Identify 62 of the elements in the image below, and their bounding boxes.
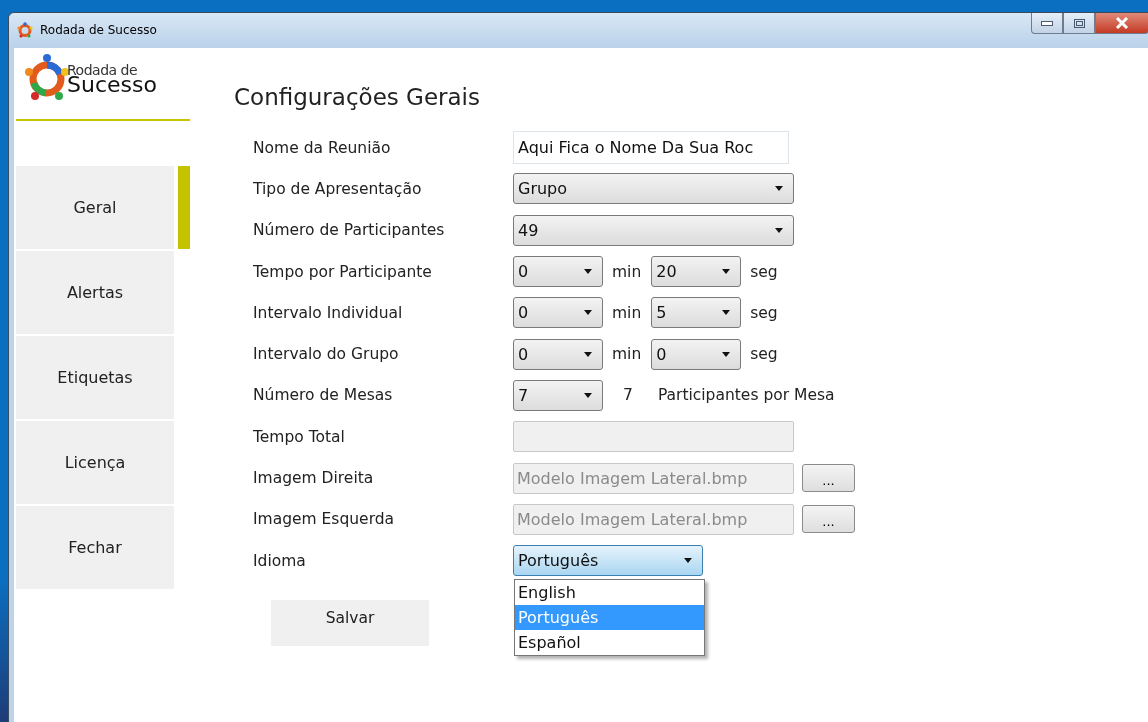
minimize-button[interactable] (1031, 13, 1063, 34)
file-path-field: Modelo Imagem Lateral.bmp (513, 503, 794, 535)
dropdown[interactable]: 49 (513, 214, 794, 246)
dropdown[interactable]: 7 (513, 379, 603, 411)
app-logo-icon (17, 22, 33, 38)
dropdown[interactable]: 20 (651, 256, 742, 288)
caret-icon (775, 227, 783, 233)
unit-label: seg (750, 345, 778, 364)
dropdown-option[interactable]: English (515, 580, 704, 606)
field-label: Intervalo do Grupo (253, 345, 400, 364)
field-label: Tempo Total (253, 427, 346, 446)
dropdown[interactable]: 0 (513, 256, 603, 288)
logo-text: Sucesso (67, 74, 157, 96)
caret-icon (775, 186, 783, 192)
maximize-icon (1073, 18, 1085, 28)
caret-icon (584, 392, 592, 398)
page-heading: Configurações Gerais (234, 84, 481, 112)
dropdown-option[interactable]: Español (515, 630, 704, 656)
field-label: Idioma (253, 551, 307, 570)
field-label: Nome da Reunião (253, 138, 392, 157)
minimize-icon (1041, 20, 1053, 26)
text-field[interactable]: Aqui Fica o Nome Da Sua Roc (513, 131, 789, 165)
close-button[interactable] (1095, 13, 1148, 34)
window-title: Rodada de Sucesso (40, 23, 157, 37)
maximize-button[interactable] (1063, 13, 1095, 34)
caret-icon (684, 558, 692, 564)
dropdown[interactable]: 0 (651, 338, 742, 370)
save-button[interactable]: Salvar (271, 600, 429, 647)
unit-label: seg (750, 303, 778, 322)
logo-icon (24, 53, 70, 101)
unit-label: min (612, 345, 642, 364)
sidebar-item[interactable]: Alertas (16, 251, 174, 334)
dropdown[interactable]: 5 (651, 297, 742, 329)
caret-icon (722, 269, 731, 275)
field-label: Imagem Esquerda (253, 510, 396, 529)
caret-icon (584, 351, 592, 357)
count-value: 7 (623, 386, 633, 405)
unit-label: min (612, 262, 642, 281)
sidebar-item[interactable]: Etiquetas (16, 336, 174, 419)
unit-label: Participantes por Mesa (657, 386, 835, 405)
logo-text: Rodada de (67, 63, 138, 77)
close-icon (1115, 17, 1129, 29)
unit-label: seg (750, 262, 778, 281)
caret-icon (584, 310, 592, 316)
field-label: Número de Mesas (253, 386, 394, 405)
caret-icon (584, 269, 592, 275)
unit-label: min (612, 303, 642, 322)
dropdown[interactable]: Grupo (513, 173, 794, 205)
file-path-field: Modelo Imagem Lateral.bmp (513, 462, 794, 494)
dropdown[interactable]: Português (513, 545, 703, 577)
sidebar-item[interactable]: Geral (16, 166, 174, 249)
sidebar-item[interactable]: Fechar (16, 506, 174, 589)
field-label: Imagem Direita (253, 469, 375, 487)
field-label: Tempo por Participante (253, 262, 433, 281)
sidebar-item[interactable]: Licença (16, 421, 174, 504)
field-label: Tipo de Apresentação (253, 179, 423, 198)
dropdown[interactable]: 0 (513, 297, 603, 329)
caret-icon (722, 351, 731, 357)
field-label: Intervalo Individual (253, 303, 404, 322)
dropdown[interactable]: 0 (513, 338, 603, 370)
caret-icon (722, 310, 731, 316)
field-label: Número de Participantes (253, 221, 446, 240)
